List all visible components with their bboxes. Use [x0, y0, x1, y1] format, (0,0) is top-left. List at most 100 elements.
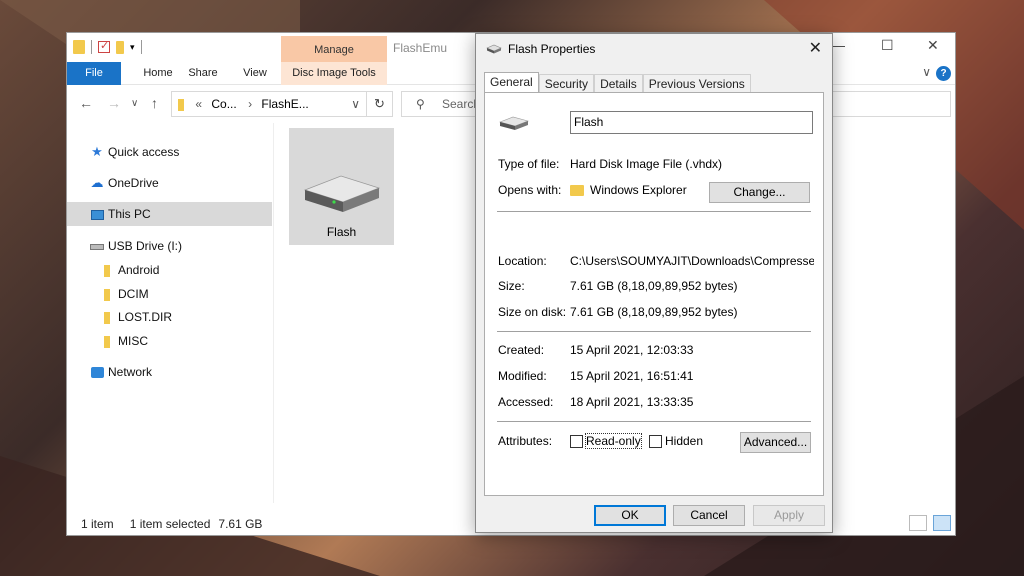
- usb-drive-icon: [89, 234, 105, 258]
- forward-arrow-icon[interactable]: →: [107, 95, 121, 111]
- general-panel: Flash Type of file: Hard Disk Image File…: [484, 92, 824, 496]
- divider: [497, 211, 811, 212]
- folder-icon: [178, 98, 184, 111]
- nav-label: USB Drive (I:): [108, 239, 183, 253]
- view-switcher: [909, 515, 951, 531]
- divider: [497, 331, 811, 332]
- nav-this-pc[interactable]: This PC: [67, 202, 272, 226]
- attributes-label: Attributes:: [498, 434, 553, 448]
- selection-info: 1 item selected: [129, 517, 211, 531]
- location-label: Location:: [498, 254, 547, 268]
- large-icons-view-icon[interactable]: [933, 515, 951, 531]
- close-icon[interactable]: ✕: [809, 38, 822, 58]
- status-bar: 1 item 1 item selected 7.61 GB: [81, 517, 262, 531]
- quick-access-toolbar: ▾: [73, 39, 142, 54]
- close-icon[interactable]: ✕: [927, 37, 939, 54]
- address-bar[interactable]: « Co... › FlashE... ∨: [171, 91, 367, 117]
- folder-icon: [99, 258, 115, 282]
- nav-label: LOST.DIR: [118, 310, 173, 324]
- nav-label: Quick access: [108, 145, 180, 159]
- nav-label: Network: [108, 365, 153, 379]
- minimize-icon[interactable]: —: [831, 37, 845, 53]
- customize-dropdown-icon[interactable]: ▾: [130, 42, 135, 53]
- nav-folder-dcim[interactable]: DCIM: [99, 282, 149, 306]
- breadcrumb-overflow[interactable]: «: [195, 97, 202, 111]
- dialog-tabs: General Security Details Previous Versio…: [484, 72, 751, 94]
- hidden-checkbox[interactable]: [649, 435, 662, 448]
- apply-button[interactable]: Apply: [753, 505, 825, 526]
- nav-onedrive[interactable]: ☁ OneDrive: [89, 171, 159, 195]
- tab-home[interactable]: Home: [133, 62, 183, 85]
- properties-dialog: Flash Properties ✕ General Security Deta…: [475, 33, 833, 533]
- nav-label: DCIM: [118, 287, 149, 301]
- divider: [140, 40, 142, 54]
- tab-view[interactable]: View: [233, 62, 277, 85]
- modified-value: 15 April 2021, 16:51:41: [570, 369, 694, 383]
- dialog-title-bar: Flash Properties: [486, 42, 595, 56]
- hidden-label[interactable]: Hidden: [665, 434, 703, 448]
- tab-details[interactable]: Details: [594, 74, 643, 94]
- chevron-right-icon: ›: [248, 97, 253, 111]
- change-button[interactable]: Change...: [709, 182, 810, 203]
- file-name-input[interactable]: Flash: [570, 111, 813, 134]
- opens-with-app: Windows Explorer: [590, 183, 687, 197]
- network-icon: [89, 360, 105, 384]
- type-label: Type of file:: [498, 157, 560, 171]
- divider: [497, 421, 811, 422]
- nav-folder-lost-dir[interactable]: LOST.DIR: [99, 305, 172, 329]
- selection-size: 7.61 GB: [218, 517, 263, 531]
- details-view-icon[interactable]: [909, 515, 927, 531]
- tab-general[interactable]: General: [484, 72, 539, 94]
- tab-share[interactable]: Share: [183, 62, 223, 85]
- location-value: C:\Users\SOUMYAJIT\Downloads\Compressed\…: [570, 254, 814, 268]
- help-icon[interactable]: ?: [936, 66, 951, 81]
- nav-folder-android[interactable]: Android: [99, 258, 159, 282]
- nav-folder-misc[interactable]: MISC: [99, 329, 148, 353]
- accessed-value: 18 April 2021, 13:33:35: [570, 395, 694, 409]
- size-label: Size:: [498, 279, 525, 293]
- window-title: FlashEmu: [393, 41, 448, 55]
- tab-security[interactable]: Security: [538, 74, 595, 94]
- nav-network[interactable]: Network: [89, 360, 152, 384]
- refresh-button[interactable]: ↻: [367, 91, 393, 117]
- recent-locations-icon[interactable]: ∨: [131, 98, 138, 109]
- hard-drive-icon: [486, 44, 502, 54]
- divider: [91, 40, 92, 54]
- readonly-checkbox[interactable]: [570, 435, 583, 448]
- tab-disc-image-tools[interactable]: Disc Image Tools: [281, 62, 387, 85]
- cloud-icon: ☁: [90, 175, 104, 190]
- new-folder-icon[interactable]: [116, 40, 124, 54]
- cancel-button[interactable]: Cancel: [673, 505, 745, 526]
- tab-previous-versions[interactable]: Previous Versions: [642, 74, 751, 94]
- properties-icon[interactable]: [98, 39, 110, 53]
- breadcrumb-item[interactable]: FlashE...: [261, 97, 308, 111]
- folder-icon: [73, 40, 85, 54]
- folder-icon: [99, 305, 115, 329]
- nav-label: MISC: [118, 334, 148, 348]
- folder-icon: [570, 185, 584, 197]
- size-on-disk-label: Size on disk:: [498, 305, 567, 319]
- hard-drive-icon: [499, 116, 529, 130]
- nav-quick-access[interactable]: ★ Quick access: [89, 140, 179, 164]
- folder-icon: [99, 329, 115, 353]
- chevron-down-icon[interactable]: ∨: [351, 92, 360, 116]
- opens-with-label: Opens with:: [498, 183, 562, 197]
- dialog-title: Flash Properties: [508, 42, 596, 56]
- back-arrow-icon[interactable]: ←: [79, 95, 93, 111]
- tab-file[interactable]: File: [67, 62, 121, 85]
- search-icon: ⚲: [416, 97, 425, 111]
- breadcrumb-item[interactable]: Co...: [211, 97, 236, 111]
- opens-with-value: Windows Explorer: [570, 183, 687, 197]
- file-item-flash[interactable]: Flash: [289, 128, 394, 245]
- ok-button[interactable]: OK: [594, 505, 666, 526]
- readonly-label[interactable]: Read-only: [585, 433, 642, 449]
- computer-icon: [89, 202, 105, 226]
- up-arrow-icon[interactable]: ↑: [151, 95, 158, 111]
- size-value: 7.61 GB (8,18,09,89,952 bytes): [570, 279, 738, 293]
- nav-usb-drive[interactable]: USB Drive (I:): [89, 234, 182, 258]
- hard-drive-icon: [303, 175, 381, 212]
- advanced-button[interactable]: Advanced...: [740, 432, 811, 453]
- chevron-down-icon[interactable]: ∨: [922, 65, 931, 79]
- maximize-icon[interactable]: ☐: [881, 37, 894, 54]
- nav-label: This PC: [108, 207, 151, 221]
